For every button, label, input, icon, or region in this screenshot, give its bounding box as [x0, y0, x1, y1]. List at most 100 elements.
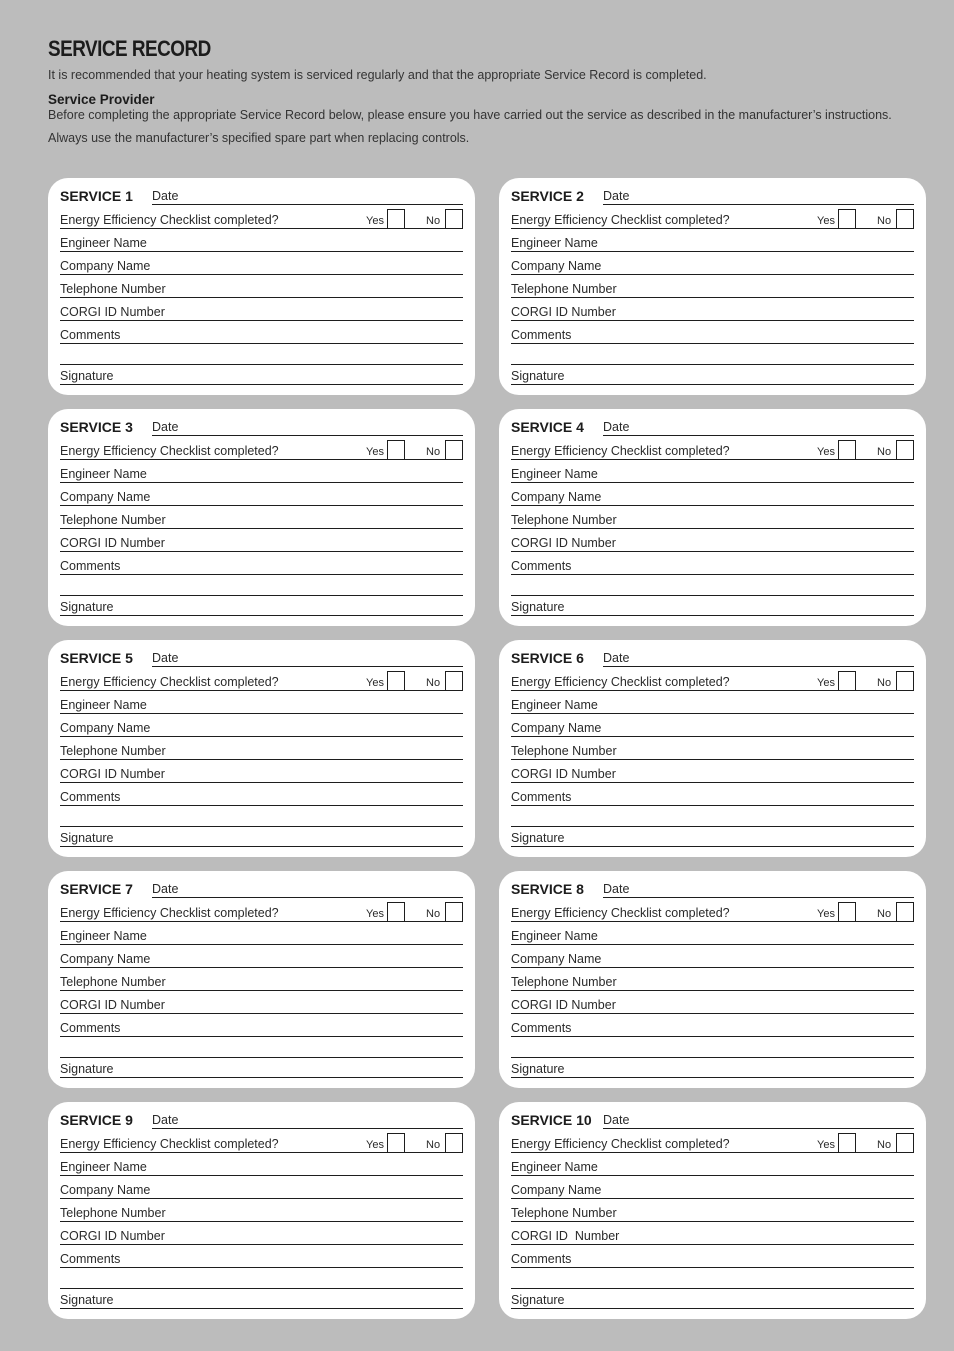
yes-checkbox[interactable] [838, 671, 856, 690]
no-checkbox[interactable] [445, 1133, 463, 1152]
service-card-6: SERVICE 6 Date Energy Efficiency Checkli… [499, 640, 926, 857]
date-field[interactable]: Date [603, 875, 914, 898]
signature-field[interactable]: Signature [60, 1055, 463, 1078]
yes-checkbox[interactable] [838, 1133, 856, 1152]
company-name-field[interactable]: Company Name [60, 714, 463, 737]
telephone-number-field[interactable]: Telephone Number [511, 968, 914, 991]
date-label: Date [152, 420, 179, 434]
signature-field[interactable]: Signature [60, 593, 463, 616]
no-label: No [426, 446, 441, 458]
telephone-number-field[interactable]: Telephone Number [60, 968, 463, 991]
engineer-name-field[interactable]: Engineer Name [60, 922, 463, 945]
yes-checkbox[interactable] [838, 209, 856, 228]
signature-field[interactable]: Signature [60, 824, 463, 847]
date-field[interactable]: Date [603, 1106, 914, 1129]
comments-field[interactable]: Comments [60, 321, 463, 344]
corgi-id-field[interactable]: CORGI ID Number [60, 529, 463, 552]
comments-field[interactable]: Comments [511, 783, 914, 806]
company-name-field[interactable]: Company Name [511, 483, 914, 506]
no-checkbox[interactable] [445, 209, 463, 228]
telephone-number-field[interactable]: Telephone Number [511, 275, 914, 298]
engineer-name-field[interactable]: Engineer Name [60, 1153, 463, 1176]
yes-checkbox[interactable] [838, 902, 856, 921]
comments-field[interactable]: Comments [511, 552, 914, 575]
company-name-field[interactable]: Company Name [60, 945, 463, 968]
comments-field[interactable]: Comments [60, 552, 463, 575]
date-field[interactable]: Date [603, 644, 914, 667]
engineer-name-field[interactable]: Engineer Name [60, 229, 463, 252]
telephone-number-field[interactable]: Telephone Number [511, 737, 914, 760]
date-field[interactable]: Date [152, 413, 463, 436]
yes-checkbox[interactable] [387, 1133, 405, 1152]
telephone-number-field[interactable]: Telephone Number [511, 506, 914, 529]
signature-field[interactable]: Signature [60, 362, 463, 385]
company-name-field[interactable]: Company Name [511, 1176, 914, 1199]
corgi-id-label: CORGI ID Number [60, 305, 165, 319]
comments-field[interactable]: Comments [511, 1014, 914, 1037]
engineer-name-field[interactable]: Engineer Name [511, 691, 914, 714]
corgi-id-field[interactable]: CORGI ID Number [60, 1222, 463, 1245]
telephone-number-field[interactable]: Telephone Number [60, 737, 463, 760]
signature-field[interactable]: Signature [511, 1286, 914, 1309]
telephone-number-field[interactable]: Telephone Number [60, 275, 463, 298]
date-field[interactable]: Date [152, 644, 463, 667]
yes-checkbox[interactable] [387, 671, 405, 690]
engineer-name-field[interactable]: Engineer Name [60, 460, 463, 483]
engineer-name-field[interactable]: Engineer Name [511, 1153, 914, 1176]
engineer-name-field[interactable]: Engineer Name [511, 922, 914, 945]
no-checkbox[interactable] [896, 440, 914, 459]
no-checkbox[interactable] [896, 902, 914, 921]
company-name-field[interactable]: Company Name [60, 1176, 463, 1199]
date-field[interactable]: Date [152, 1106, 463, 1129]
comments-field[interactable]: Comments [60, 783, 463, 806]
company-name-field[interactable]: Company Name [60, 252, 463, 275]
yes-checkbox[interactable] [838, 440, 856, 459]
telephone-number-field[interactable]: Telephone Number [511, 1199, 914, 1222]
no-checkbox[interactable] [445, 440, 463, 459]
company-name-field[interactable]: Company Name [511, 945, 914, 968]
engineer-name-field[interactable]: Engineer Name [60, 691, 463, 714]
engineer-name-field[interactable]: Engineer Name [511, 229, 914, 252]
corgi-id-field[interactable]: CORGI ID Number [511, 1222, 914, 1245]
comments-field[interactable]: Comments [511, 1245, 914, 1268]
comments-field[interactable]: Comments [511, 321, 914, 344]
comments-field[interactable]: Comments [60, 1014, 463, 1037]
date-field[interactable]: Date [603, 182, 914, 205]
corgi-id-field[interactable]: CORGI ID Number [511, 991, 914, 1014]
corgi-id-field[interactable]: CORGI ID Number [60, 298, 463, 321]
date-field[interactable]: Date [152, 875, 463, 898]
no-label: No [426, 908, 441, 920]
yes-checkbox[interactable] [387, 440, 405, 459]
company-name-field[interactable]: Company Name [60, 483, 463, 506]
no-checkbox[interactable] [445, 902, 463, 921]
corgi-id-field[interactable]: CORGI ID Number [511, 760, 914, 783]
signature-field[interactable]: Signature [511, 824, 914, 847]
no-checkbox[interactable] [896, 671, 914, 690]
date-label: Date [152, 882, 179, 896]
engineer-name-field[interactable]: Engineer Name [511, 460, 914, 483]
no-checkbox[interactable] [445, 671, 463, 690]
corgi-id-field[interactable]: CORGI ID Number [511, 298, 914, 321]
signature-field[interactable]: Signature [511, 593, 914, 616]
no-checkbox[interactable] [896, 209, 914, 228]
corgi-id-field[interactable]: CORGI ID Number [60, 991, 463, 1014]
signature-field[interactable]: Signature [511, 1055, 914, 1078]
signature-field[interactable]: Signature [60, 1286, 463, 1309]
telephone-number-field[interactable]: Telephone Number [60, 506, 463, 529]
no-checkbox[interactable] [896, 1133, 914, 1152]
company-name-field[interactable]: Company Name [511, 252, 914, 275]
no-label: No [877, 446, 892, 458]
corgi-id-field[interactable]: CORGI ID Number [511, 529, 914, 552]
company-name-field[interactable]: Company Name [511, 714, 914, 737]
checklist-row: Energy Efficiency Checklist completed? Y… [511, 899, 914, 922]
telephone-number-field[interactable]: Telephone Number [60, 1199, 463, 1222]
service-card-1: SERVICE 1 Date Energy Efficiency Checkli… [48, 178, 475, 395]
corgi-id-field[interactable]: CORGI ID Number [60, 760, 463, 783]
date-field[interactable]: Date [603, 413, 914, 436]
comments-field[interactable]: Comments [60, 1245, 463, 1268]
yes-checkbox[interactable] [387, 209, 405, 228]
date-field[interactable]: Date [152, 182, 463, 205]
signature-field[interactable]: Signature [511, 362, 914, 385]
company-name-label: Company Name [60, 259, 151, 273]
yes-checkbox[interactable] [387, 902, 405, 921]
